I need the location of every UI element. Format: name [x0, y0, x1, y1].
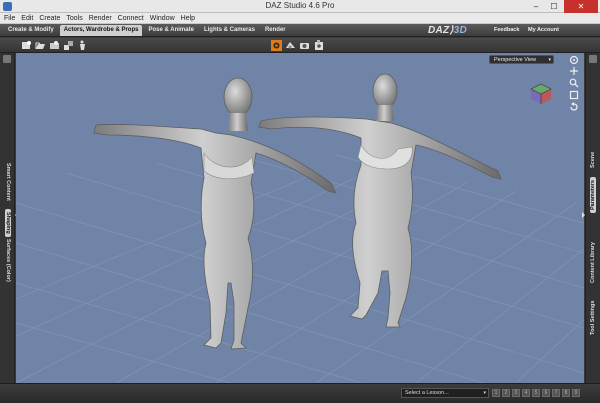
minimize-button[interactable]: –: [527, 0, 545, 13]
left-pane: Smart Content Shaping Surfaces (Color): [0, 53, 15, 383]
room-tab-bar: Create & Modify Actors, Wardrobe & Props…: [0, 24, 600, 37]
my-account-link[interactable]: My Account: [528, 27, 559, 33]
chevron-down-icon: ▾: [483, 390, 486, 396]
tab-lights-cameras[interactable]: Lights & Cameras: [200, 25, 259, 36]
menu-file[interactable]: File: [4, 13, 15, 24]
menu-tools[interactable]: Tools: [66, 13, 82, 24]
lesson-step-button[interactable]: 7: [552, 389, 560, 397]
collapse-right-icon[interactable]: [582, 212, 585, 218]
app-window: DAZ Studio 4.6 Pro – ☐ ✕ File Edit Creat…: [0, 0, 600, 403]
tab-parameters[interactable]: Parameters: [590, 177, 596, 213]
lesson-select-label: Select a Lesson...: [405, 390, 449, 396]
3d-viewport[interactable]: Perspective View ▾: [16, 53, 584, 383]
figure-icon[interactable]: [77, 40, 88, 51]
view-cube[interactable]: [529, 82, 553, 106]
lesson-step-button[interactable]: 1: [492, 389, 500, 397]
lesson-bar: Select a Lesson... ▾ 1 2 3 4 5 6 7 8 9: [0, 383, 600, 403]
reset-view-icon[interactable]: [569, 102, 579, 112]
pane-pin-icon[interactable]: [589, 55, 597, 63]
lesson-step-button[interactable]: 4: [522, 389, 530, 397]
feedback-link[interactable]: Feedback: [494, 27, 519, 33]
maximize-button[interactable]: ☐: [545, 0, 563, 13]
daz-logo: DAZ⟩3D: [428, 25, 468, 36]
lesson-step-button[interactable]: 6: [542, 389, 550, 397]
lesson-steps: 1 2 3 4 5 6 7 8 9: [492, 389, 580, 397]
lesson-step-button[interactable]: 9: [572, 389, 580, 397]
lesson-step-button[interactable]: 2: [502, 389, 510, 397]
menu-bar: File Edit Create Tools Render Connect Wi…: [0, 13, 600, 24]
save-icon[interactable]: [49, 40, 60, 51]
zoom-icon[interactable]: [569, 78, 579, 88]
merge-icon[interactable]: [63, 40, 74, 51]
menu-help[interactable]: Help: [181, 13, 195, 24]
right-pane: Scene Parameters Content Library Tool Se…: [585, 53, 600, 383]
tab-actors-wardrobe-props[interactable]: Actors, Wardrobe & Props: [59, 25, 143, 36]
chevron-down-icon: ▾: [548, 57, 551, 63]
tab-scene[interactable]: Scene: [590, 152, 596, 168]
view-selector-label: Perspective View: [494, 57, 537, 63]
menu-connect[interactable]: Connect: [118, 13, 144, 24]
menu-render[interactable]: Render: [89, 13, 112, 24]
menu-window[interactable]: Window: [150, 13, 175, 24]
lesson-select[interactable]: Select a Lesson... ▾: [401, 388, 489, 398]
window-title: DAZ Studio 4.6 Pro: [265, 1, 335, 10]
tab-shaping[interactable]: Shaping: [5, 209, 11, 237]
menu-create[interactable]: Create: [39, 13, 60, 24]
title-bar: DAZ Studio 4.6 Pro – ☐ ✕: [0, 0, 600, 13]
render-settings-icon[interactable]: [271, 40, 282, 51]
open-icon[interactable]: [35, 40, 46, 51]
main-toolbar: [0, 38, 600, 53]
lesson-step-button[interactable]: 5: [532, 389, 540, 397]
ground-grid: [16, 154, 584, 383]
render-icon[interactable]: [285, 40, 296, 51]
tab-create-modify[interactable]: Create & Modify: [4, 25, 58, 36]
tab-surfaces-color[interactable]: Surfaces (Color): [5, 239, 11, 282]
view-selector[interactable]: Perspective View ▾: [489, 55, 554, 64]
pan-icon[interactable]: [569, 66, 579, 76]
figure-genesis-female[interactable]: [258, 73, 502, 328]
camera-icon[interactable]: [299, 40, 310, 51]
render-album-icon[interactable]: [314, 40, 325, 51]
tab-content-library[interactable]: Content Library: [590, 242, 596, 283]
new-scene-icon[interactable]: [21, 40, 32, 51]
scene-canvas[interactable]: [16, 53, 584, 383]
frame-icon[interactable]: [569, 90, 579, 100]
tab-tool-settings[interactable]: Tool Settings: [590, 301, 596, 335]
tab-smart-content[interactable]: Smart Content: [5, 163, 11, 201]
close-button[interactable]: ✕: [564, 0, 598, 13]
lesson-step-button[interactable]: 3: [512, 389, 520, 397]
menu-edit[interactable]: Edit: [21, 13, 33, 24]
pane-pin-icon[interactable]: [3, 55, 11, 63]
orbit-icon[interactable]: [569, 55, 579, 65]
tab-render[interactable]: Render: [261, 25, 290, 36]
lesson-step-button[interactable]: 8: [562, 389, 570, 397]
tab-pose-animate[interactable]: Pose & Animate: [144, 25, 197, 36]
